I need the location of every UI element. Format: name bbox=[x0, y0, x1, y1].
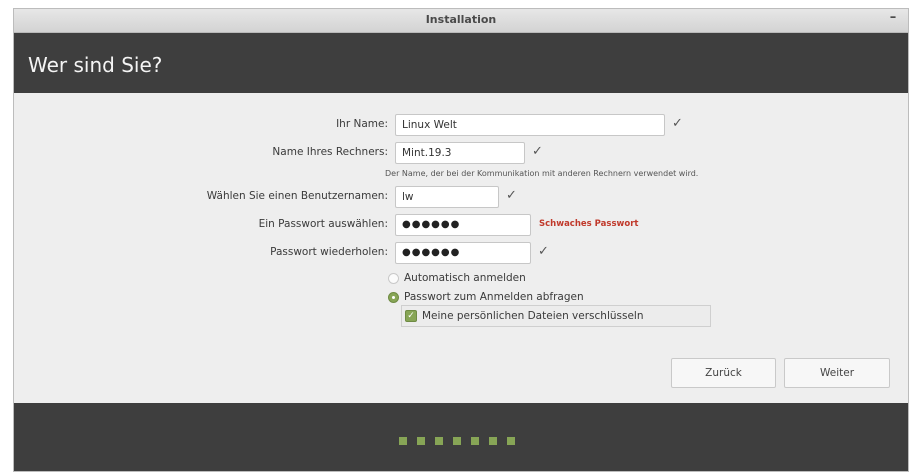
encrypt-home-checkbox[interactable]: ✓ Meine persönlichen Dateien verschlüsse… bbox=[401, 305, 711, 327]
username-label: Wählen Sie einen Benutzernamen: bbox=[206, 190, 388, 202]
password-strength: Schwaches Passwort bbox=[539, 219, 639, 229]
computer-name-field[interactable]: Mint.19.3 bbox=[395, 142, 525, 164]
name-label: Ihr Name: bbox=[336, 118, 388, 130]
next-button[interactable]: Weiter bbox=[784, 358, 890, 388]
checkbox-checked-icon: ✓ bbox=[405, 310, 417, 322]
name-field[interactable]: Linux Welt bbox=[395, 114, 665, 136]
page-header: Wer sind Sie? bbox=[14, 33, 908, 93]
password-repeat-field[interactable]: ●●●●●● bbox=[395, 242, 531, 264]
progress-indicator bbox=[399, 437, 525, 445]
require-password-radio[interactable]: Passwort zum Anmelden abfragen bbox=[388, 291, 584, 303]
progress-step-icon bbox=[489, 437, 497, 445]
auto-login-label: Automatisch anmelden bbox=[404, 272, 526, 284]
radio-on-icon bbox=[388, 291, 399, 303]
window-title: Installation bbox=[425, 13, 497, 26]
computer-name-hint: Der Name, der bei der Kommunikation mit … bbox=[385, 169, 699, 178]
progress-step-icon bbox=[453, 437, 461, 445]
encrypt-home-label: Meine persönlichen Dateien verschlüsseln bbox=[422, 310, 644, 322]
password-label: Ein Passwort auswählen: bbox=[258, 218, 388, 230]
slideshow-footer bbox=[14, 403, 908, 471]
password-repeat-valid-icon: ✓ bbox=[538, 244, 549, 259]
require-password-label: Passwort zum Anmelden abfragen bbox=[404, 291, 584, 303]
auto-login-radio[interactable]: Automatisch anmelden bbox=[388, 272, 526, 284]
page-title: Wer sind Sie? bbox=[28, 53, 163, 77]
computer-label: Name Ihres Rechners: bbox=[272, 146, 388, 158]
radio-off-icon bbox=[388, 272, 399, 284]
progress-step-icon bbox=[399, 437, 407, 445]
password-field[interactable]: ●●●●●● bbox=[395, 214, 531, 236]
minimize-button[interactable]: – bbox=[886, 10, 900, 28]
username-field[interactable]: lw bbox=[395, 186, 499, 208]
computer-valid-icon: ✓ bbox=[532, 144, 543, 159]
progress-step-icon bbox=[507, 437, 515, 445]
progress-step-icon bbox=[417, 437, 425, 445]
progress-step-icon bbox=[435, 437, 443, 445]
username-valid-icon: ✓ bbox=[506, 188, 517, 203]
progress-step-icon bbox=[471, 437, 479, 445]
password-repeat-label: Passwort wiederholen: bbox=[270, 246, 388, 258]
back-button[interactable]: Zurück bbox=[671, 358, 776, 388]
installer-window: Installation – Wer sind Sie? Ihr Name: L… bbox=[13, 8, 909, 472]
user-form: Ihr Name: Linux Welt ✓ Name Ihres Rechne… bbox=[14, 93, 908, 403]
name-valid-icon: ✓ bbox=[672, 116, 683, 131]
title-bar: Installation – bbox=[14, 9, 908, 33]
